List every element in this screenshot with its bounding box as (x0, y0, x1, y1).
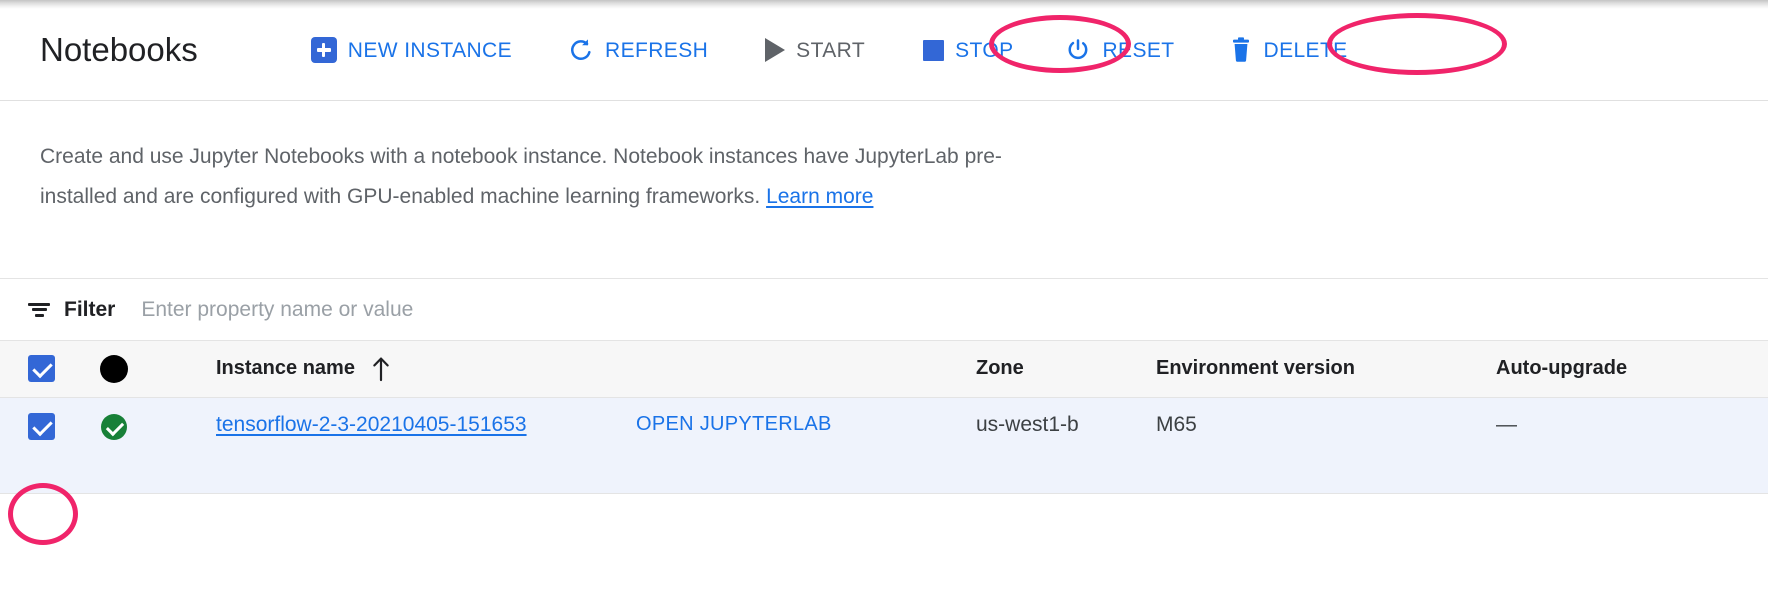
filter-icon[interactable] (28, 302, 50, 318)
delete-label: DELETE (1263, 38, 1348, 62)
stop-label: STOP (955, 38, 1014, 62)
auto-upgrade-value: — (1496, 412, 1517, 436)
cell-environment-version: M65 (1156, 397, 1496, 494)
header-cell-zone[interactable]: Zone (976, 341, 1156, 398)
page-header: Notebooks NEW INSTANCE REFRESH START STO… (0, 0, 1768, 101)
refresh-label: REFRESH (605, 38, 709, 62)
reset-label: RESET (1102, 38, 1175, 62)
page-title: Notebooks (40, 31, 198, 68)
auto-upgrade-header-label: Auto-upgrade (1496, 357, 1628, 380)
header-cell-status (78, 341, 188, 398)
check-circle-icon (101, 413, 127, 440)
open-jupyterlab-link[interactable]: OPEN JUPYTERLAB (636, 413, 832, 435)
stop-button[interactable]: STOP (923, 34, 1013, 67)
trash-icon (1229, 37, 1253, 63)
toolbar: NEW INSTANCE REFRESH START STOP RESET DE… (310, 31, 1348, 69)
header-cell-auto-upgrade[interactable]: Auto-upgrade (1496, 341, 1768, 398)
select-all-checkbox[interactable] (28, 355, 55, 383)
header-cell-environment-version[interactable]: Environment version (1156, 341, 1496, 398)
filter-label: Filter (64, 297, 116, 321)
arrow-up-icon (371, 356, 391, 382)
learn-more-link[interactable]: Learn more (766, 185, 873, 208)
zone-value: us-west1-b (976, 412, 1079, 436)
table-body: tensorflow-2-3-20210405-151653 OPEN JUPY… (0, 397, 1768, 494)
table-header: Instance name Zone Environment version A… (0, 341, 1768, 398)
cell-select (0, 397, 78, 494)
plus-square-icon (310, 37, 337, 63)
cell-instance-name: tensorflow-2-3-20210405-151653 (188, 397, 586, 494)
refresh-icon (568, 37, 594, 63)
status-dot-icon (100, 354, 128, 383)
filter-input[interactable] (141, 297, 782, 322)
filter-bar: Filter (0, 279, 1768, 341)
header-cell-select (0, 341, 78, 398)
cell-auto-upgrade: — (1496, 397, 1768, 494)
delete-button[interactable]: DELETE (1229, 31, 1348, 69)
notebooks-page: Notebooks NEW INSTANCE REFRESH START STO… (0, 0, 1768, 592)
header-cell-instance-name[interactable]: Instance name (188, 341, 586, 398)
table-row[interactable]: tensorflow-2-3-20210405-151653 OPEN JUPY… (0, 397, 1768, 494)
cell-status (78, 397, 188, 494)
description-block: Create and use Jupyter Notebooks with a … (0, 101, 1768, 278)
refresh-button[interactable]: REFRESH (568, 31, 708, 69)
play-icon (765, 38, 786, 62)
zone-header-label: Zone (976, 357, 1024, 380)
instances-table: Instance name Zone Environment version A… (0, 341, 1768, 494)
new-instance-button[interactable]: NEW INSTANCE (310, 31, 513, 69)
cell-open-action: OPEN JUPYTERLAB (586, 397, 976, 494)
description-text: Create and use Jupyter Notebooks with a … (40, 137, 1040, 217)
start-button[interactable]: START (765, 32, 865, 68)
new-instance-label: NEW INSTANCE (347, 38, 513, 62)
cell-zone: us-west1-b (976, 397, 1156, 494)
header-cell-open (586, 341, 976, 398)
power-reset-icon (1065, 37, 1091, 63)
environment-version-header-label: Environment version (1156, 357, 1355, 380)
row-checkbox[interactable] (28, 412, 55, 440)
table-header-row: Instance name Zone Environment version A… (0, 341, 1768, 398)
reset-button[interactable]: RESET (1065, 31, 1174, 69)
start-label: START (796, 38, 866, 62)
stop-square-icon (923, 39, 945, 61)
instance-name-header-label: Instance name (216, 357, 355, 380)
environment-version-value: M65 (1156, 412, 1197, 436)
instance-name-link[interactable]: tensorflow-2-3-20210405-151653 (216, 413, 527, 436)
